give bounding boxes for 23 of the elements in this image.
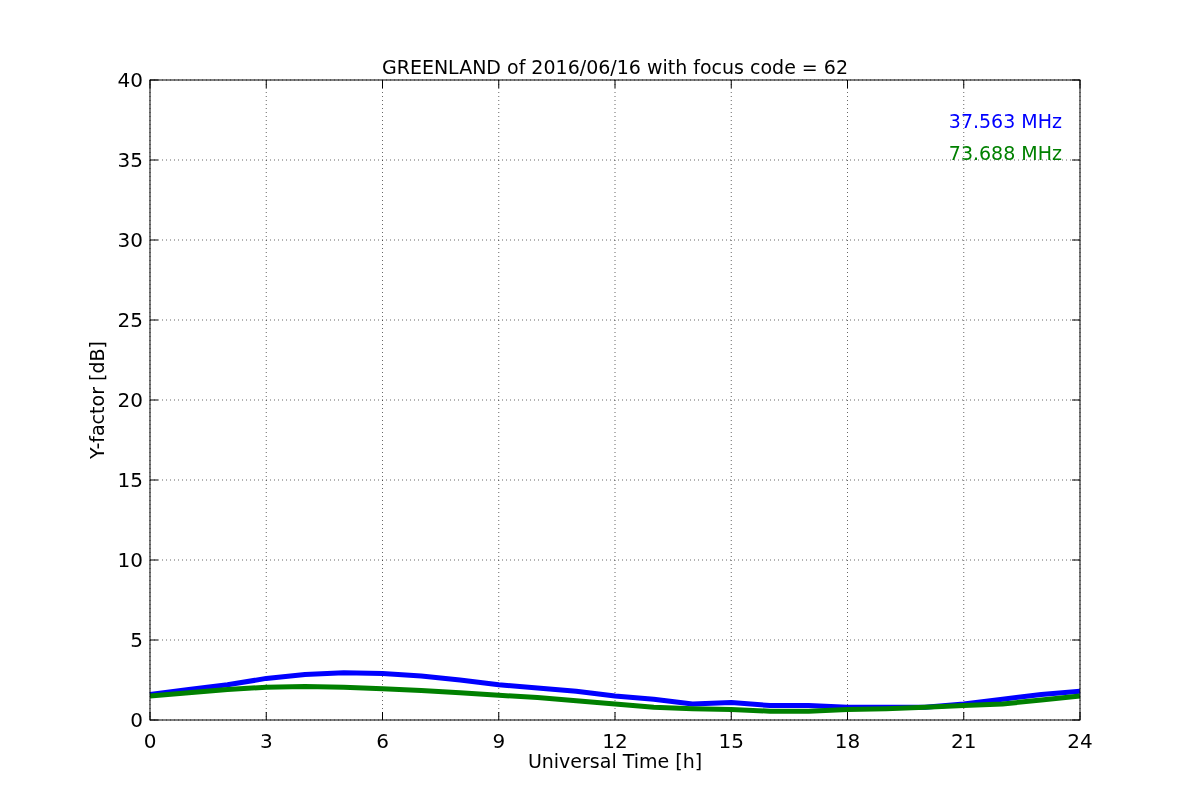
legend-label: 37.563 MHz <box>948 110 1062 132</box>
tick-label: 5 <box>130 628 143 652</box>
chart-title: GREENLAND of 2016/06/16 with focus code = 62 <box>382 56 848 78</box>
tick-label: 24 <box>1067 729 1093 753</box>
tick-label: 15 <box>117 468 143 492</box>
tick-label: 40 <box>117 68 143 92</box>
tick-label: 20 <box>117 388 143 412</box>
tick-label: 0 <box>143 729 157 753</box>
tick-label: 25 <box>117 308 143 332</box>
tick-label: 15 <box>718 729 744 753</box>
tick-label: 30 <box>117 228 143 252</box>
legend-label: 73.688 MHz <box>948 142 1062 164</box>
tick-label: 3 <box>259 729 273 753</box>
tick-label: 35 <box>117 148 143 172</box>
axis-title: Y-factor [dB] <box>86 341 108 459</box>
tick-label: 6 <box>376 729 389 753</box>
tick-label: 10 <box>117 548 143 572</box>
tick-label: 12 <box>602 729 628 753</box>
tick-label: 21 <box>951 729 977 753</box>
tick-label: 18 <box>834 729 861 753</box>
tick-label: 9 <box>492 729 506 753</box>
axis-title: Universal Time [h] <box>527 750 703 772</box>
tick-label: 0 <box>130 708 143 732</box>
